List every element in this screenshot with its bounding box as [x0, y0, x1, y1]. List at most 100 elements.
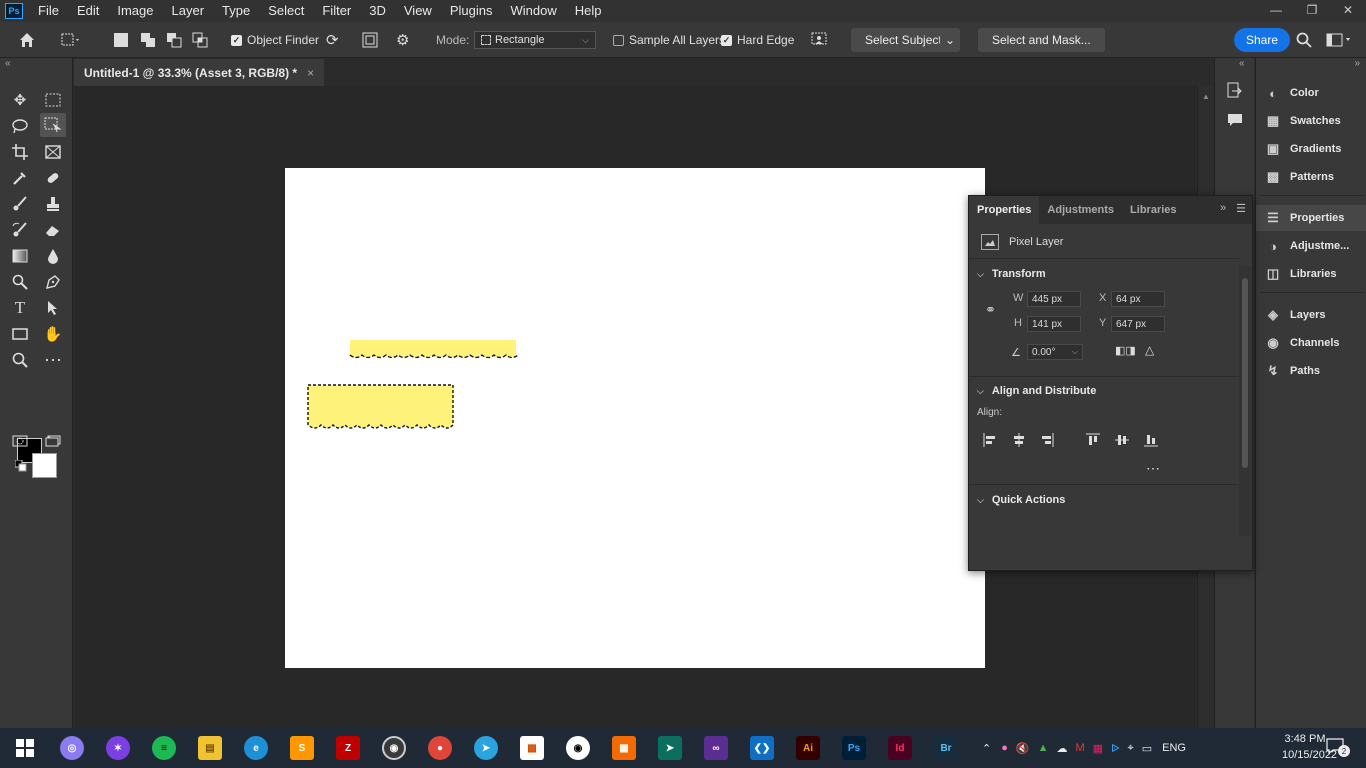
crop-tool-icon[interactable]: [7, 140, 33, 164]
menu-filter[interactable]: Filter: [313, 0, 360, 22]
height-field[interactable]: 141 px: [1027, 316, 1081, 332]
align-bottom-edges-icon[interactable]: [1144, 433, 1158, 447]
search-icon[interactable]: [1296, 22, 1312, 58]
panel-menu-icon[interactable]: ☰: [1236, 202, 1246, 215]
align-left-edges-icon[interactable]: [983, 433, 997, 447]
onedrive-icon[interactable]: ☁: [1056, 742, 1067, 755]
align-right-edges-icon[interactable]: [1040, 433, 1054, 447]
panel-color[interactable]: ◐ Color: [1256, 80, 1366, 106]
lasso-tool-icon[interactable]: [7, 114, 33, 138]
panel-libraries[interactable]: ◫ Libraries: [1256, 261, 1366, 287]
hand-tool-icon[interactable]: ✋: [40, 322, 66, 346]
link-dimensions-icon[interactable]: ⚭: [985, 302, 996, 318]
align-vertical-centers-icon[interactable]: [1115, 433, 1129, 447]
bridge-icon[interactable]: Br: [934, 736, 958, 760]
edge-browser-icon[interactable]: e: [244, 736, 268, 760]
illustrator-icon[interactable]: Ai: [796, 736, 820, 760]
tray-m-icon[interactable]: M: [1075, 742, 1084, 754]
telegram-icon[interactable]: ➤: [474, 736, 498, 760]
app-icon-firefox[interactable]: ●: [428, 736, 452, 760]
align-distribute-section-header[interactable]: ⌵ Align and Distribute: [977, 385, 1096, 397]
clone-stamp-tool-icon[interactable]: [40, 192, 66, 216]
google-drive-icon[interactable]: ▲: [1038, 742, 1049, 754]
select-and-mask-button[interactable]: Select and Mask...: [978, 28, 1105, 52]
filezilla-icon[interactable]: Z: [336, 736, 360, 760]
brush-tool-icon[interactable]: [7, 192, 33, 216]
menu-3d[interactable]: 3D: [360, 0, 395, 22]
home-icon[interactable]: [18, 22, 36, 58]
sample-all-layers-toggle[interactable]: Sample All Layers: [613, 22, 725, 58]
notifications-icon[interactable]: 2: [1326, 738, 1350, 758]
tab-adjustments[interactable]: Adjustments: [1039, 196, 1122, 224]
app-icon-1[interactable]: ◎: [60, 736, 84, 760]
speaker-muted-icon[interactable]: 🔇: [1016, 742, 1030, 755]
panel-adjustments[interactable]: ◑ Adjustme...: [1256, 233, 1366, 259]
screen-mode-icon[interactable]: [40, 429, 66, 453]
scroll-up-icon[interactable]: ▲: [1202, 92, 1210, 101]
app-icon-3[interactable]: ▩: [520, 736, 544, 760]
panel-layers[interactable]: ◈ Layers: [1256, 302, 1366, 328]
panel-gradients[interactable]: ▣ Gradients: [1256, 136, 1366, 162]
healing-brush-tool-icon[interactable]: [40, 166, 66, 190]
clock[interactable]: 3:48 PM 10/15/2022: [1282, 731, 1337, 763]
menu-plugins[interactable]: Plugins: [441, 0, 502, 22]
menu-image[interactable]: Image: [108, 0, 162, 22]
sublime-text-icon[interactable]: S: [290, 736, 314, 760]
show-all-objects-icon[interactable]: [362, 22, 378, 58]
new-selection-icon[interactable]: [114, 22, 128, 58]
add-to-selection-icon[interactable]: [140, 22, 156, 58]
history-panel-icon[interactable]: [1227, 82, 1243, 103]
restore-icon[interactable]: ❐: [1294, 0, 1330, 20]
tray-app-icon[interactable]: ●: [1001, 742, 1008, 754]
windows-start-icon[interactable]: [13, 736, 37, 760]
more-options-icon[interactable]: ⋯: [1146, 460, 1160, 477]
gradient-tool-icon[interactable]: [7, 244, 33, 268]
menu-select[interactable]: Select: [259, 0, 313, 22]
intersect-selection-icon[interactable]: [192, 22, 208, 58]
obs-icon[interactable]: ◉: [382, 736, 406, 760]
rectangle-tool-icon[interactable]: [7, 322, 33, 346]
document-tab[interactable]: Untitled-1 @ 33.3% (Asset 3, RGB/8) * ×: [74, 59, 325, 86]
photoshop-taskbar-icon[interactable]: Ps: [842, 736, 866, 760]
y-field[interactable]: 647 px: [1111, 316, 1165, 332]
align-horizontal-centers-icon[interactable]: [1012, 433, 1026, 447]
menu-file[interactable]: File: [29, 0, 68, 22]
close-document-icon[interactable]: ×: [307, 66, 314, 80]
blur-tool-icon[interactable]: [40, 244, 66, 268]
frame-tool-icon[interactable]: [40, 140, 66, 164]
transform-section-header[interactable]: ⌵ Transform: [977, 268, 1046, 280]
eraser-tool-icon[interactable]: [40, 218, 66, 242]
share-button[interactable]: Share: [1234, 28, 1291, 52]
github-icon[interactable]: ◉: [566, 736, 590, 760]
app-icon-2[interactable]: ✶: [106, 736, 130, 760]
comments-panel-icon[interactable]: [1227, 112, 1243, 131]
object-finder-toggle[interactable]: ✓ Object Finder: [231, 22, 319, 58]
panel-properties[interactable]: ☰ Properties: [1256, 205, 1366, 231]
app-icon-5[interactable]: ➤: [658, 736, 682, 760]
flip-horizontal-icon[interactable]: ◧◨: [1115, 344, 1136, 357]
bluetooth-icon[interactable]: ᐉ: [1111, 742, 1119, 755]
visual-studio-icon[interactable]: ∞: [704, 736, 728, 760]
refresh-icon[interactable]: ⟳: [326, 22, 339, 58]
eyedropper-tool-icon[interactable]: [7, 166, 33, 190]
chevron-up-icon[interactable]: ⌃: [982, 742, 991, 755]
minimize-icon[interactable]: —: [1258, 0, 1294, 20]
panel-paths[interactable]: ↯ Paths: [1256, 358, 1366, 384]
menu-window[interactable]: Window: [501, 0, 565, 22]
tray-app2-icon[interactable]: ▦: [1093, 742, 1103, 755]
battery-icon[interactable]: ▭: [1142, 742, 1152, 755]
menu-help[interactable]: Help: [566, 0, 611, 22]
vscode-icon[interactable]: ❮❯: [750, 736, 774, 760]
object-selection-tool-icon[interactable]: [40, 113, 66, 137]
collapse-dock-icon[interactable]: «: [1239, 58, 1245, 69]
tab-properties[interactable]: Properties: [969, 196, 1040, 224]
width-field[interactable]: 445 px: [1027, 291, 1081, 307]
more-tools-icon[interactable]: ⋯: [40, 348, 66, 372]
workspace-switcher-icon[interactable]: [1326, 22, 1352, 58]
default-colors-icon[interactable]: [13, 458, 29, 474]
move-tool-icon[interactable]: ✥: [7, 88, 33, 112]
path-selection-tool-icon[interactable]: [40, 296, 66, 320]
panel-patterns[interactable]: ▩ Patterns: [1256, 164, 1366, 190]
history-brush-tool-icon[interactable]: [7, 218, 33, 242]
panel-channels[interactable]: ◉ Channels: [1256, 330, 1366, 356]
